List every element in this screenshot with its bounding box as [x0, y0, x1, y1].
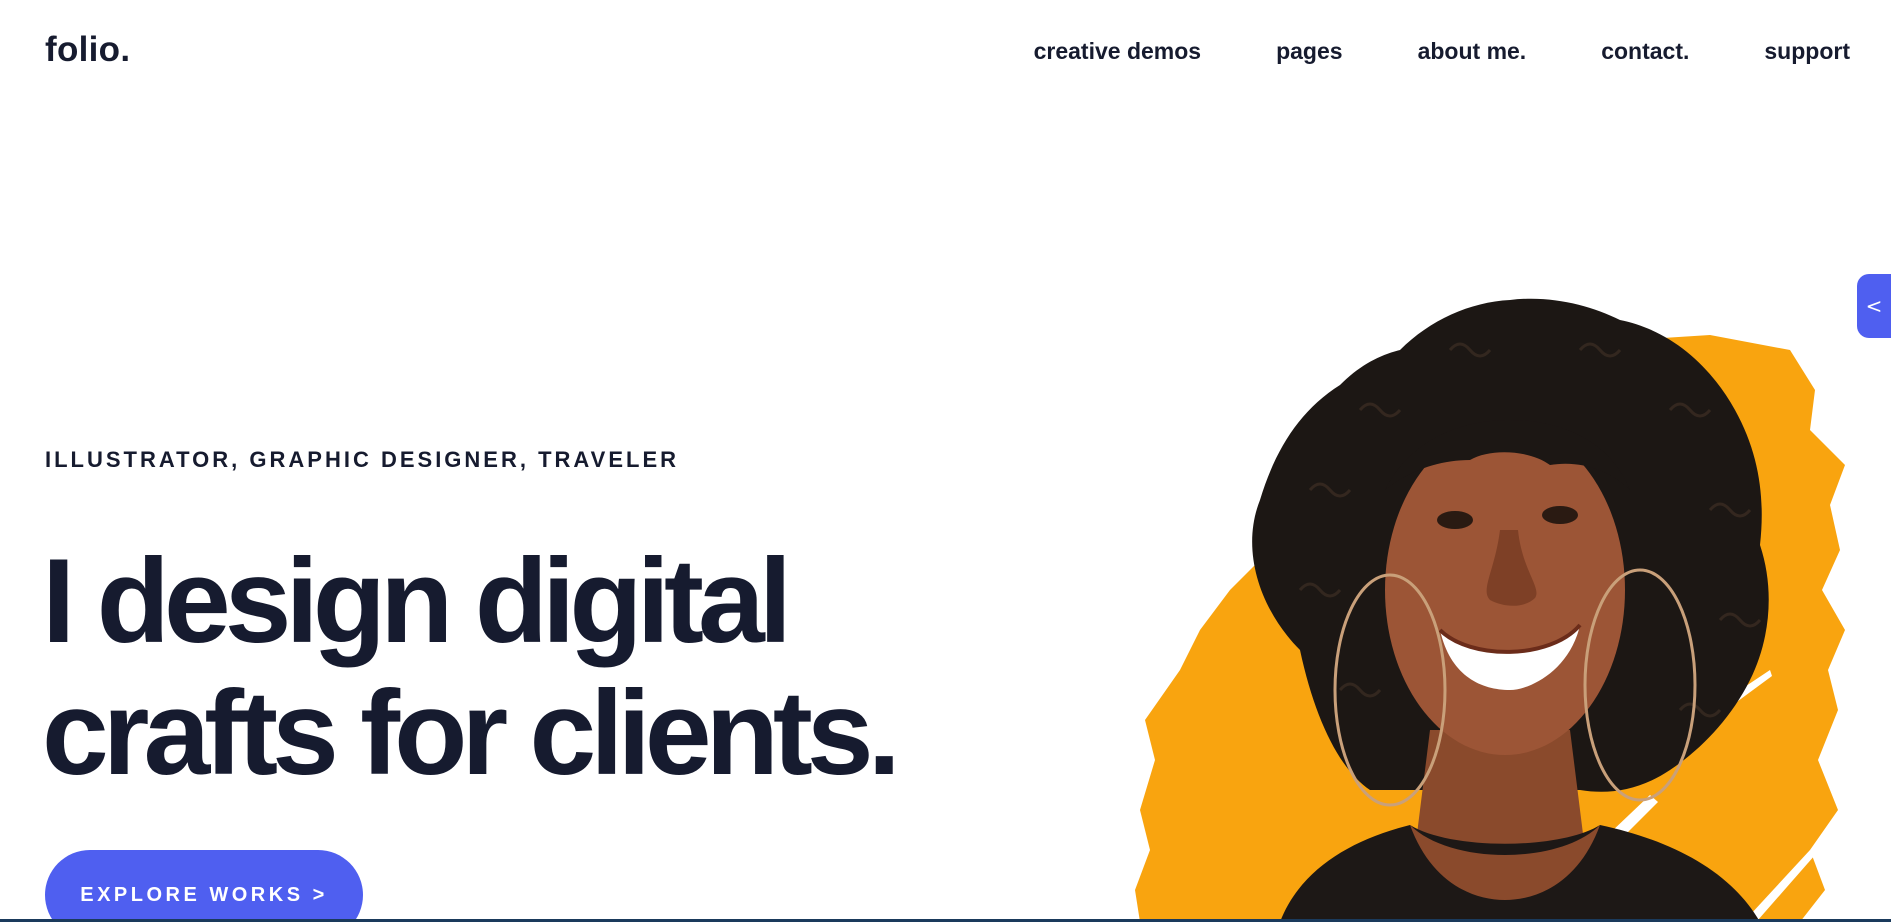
- nav-item-about-me[interactable]: about me.: [1418, 38, 1527, 65]
- hero-headline-line-2: crafts for clients.: [42, 666, 901, 800]
- hero-portrait-image: [1135, 298, 1845, 922]
- hero-subtitle: ILLUSTRATOR, GRAPHIC DESIGNER, TRAVELER: [45, 447, 680, 472]
- nav-item-creative-demos[interactable]: creative demos: [1034, 38, 1201, 65]
- explore-works-button[interactable]: EXPLORE WORKS >: [45, 850, 363, 922]
- nav-item-contact[interactable]: contact.: [1601, 38, 1689, 65]
- nav-item-pages[interactable]: pages: [1276, 38, 1342, 65]
- hero-headline: I design digital crafts for clients.: [42, 534, 901, 800]
- page: folio. creative demos pages about me. co…: [0, 0, 1891, 922]
- main-nav: creative demos pages about me. contact. …: [1034, 38, 1850, 65]
- nav-item-support[interactable]: support: [1764, 38, 1850, 65]
- hero-headline-line-1: I design digital: [42, 534, 792, 668]
- side-panel-toggle[interactable]: <: [1857, 274, 1891, 338]
- logo[interactable]: folio.: [45, 30, 130, 70]
- chevron-left-icon: <: [1865, 294, 1883, 318]
